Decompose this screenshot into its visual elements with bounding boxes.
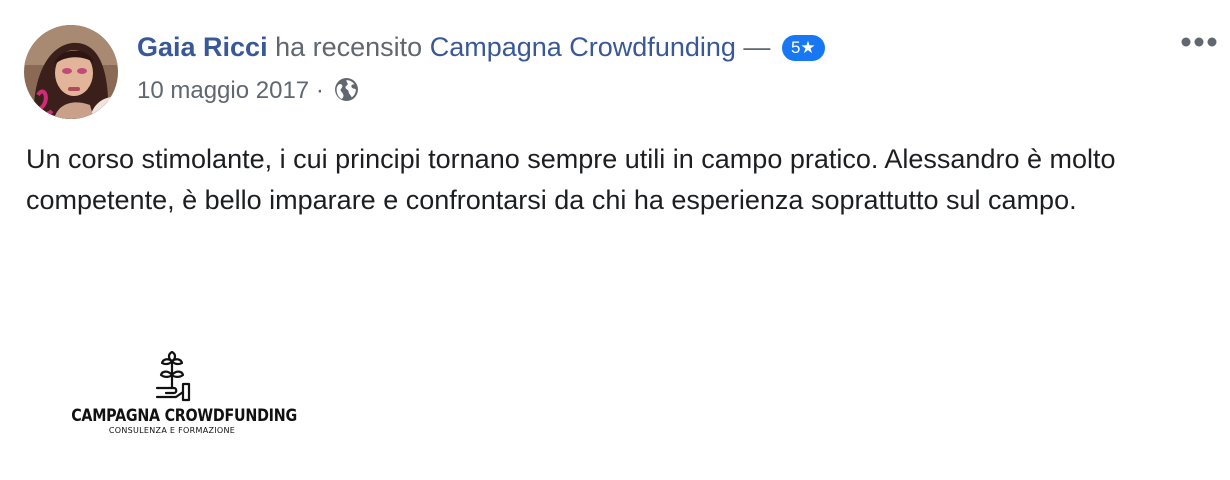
review-post: Gaia Ricci ha recensito Campagna Crowdfu… — [0, 0, 1230, 480]
hand-holding-plant-icon — [155, 350, 191, 402]
logo-title: CAMPAGNA CROWDFUNDING — [71, 406, 297, 426]
review-header: Gaia Ricci ha recensito Campagna Crowdfu… — [137, 30, 825, 64]
logo-subtitle: CONSULENZA E FORMAZIONE — [108, 426, 236, 435]
author-avatar[interactable] — [24, 25, 118, 119]
review-body: Un corso stimolante, i cui principi torn… — [26, 144, 1116, 215]
rating-badge: 5★ — [781, 35, 825, 61]
author-name-link[interactable]: Gaia Ricci — [137, 32, 268, 62]
avatar-photo — [24, 25, 118, 119]
meta-separator: · — [315, 77, 324, 104]
page-logo[interactable]: CAMPAGNA CROWDFUNDING CONSULENZA E FORMA… — [52, 348, 297, 458]
header-separator: — — [743, 32, 771, 62]
more-options-button[interactable] — [1178, 33, 1230, 53]
review-meta: 10 maggio 2017 · — [137, 76, 359, 106]
review-date-link[interactable]: 10 maggio 2017 — [137, 77, 309, 104]
reviewed-page-link[interactable]: Campagna Crowdfunding — [430, 32, 736, 62]
globe-icon[interactable] — [334, 77, 359, 102]
more-options-icon — [1181, 37, 1217, 47]
review-action-text: ha recensito — [275, 32, 423, 62]
